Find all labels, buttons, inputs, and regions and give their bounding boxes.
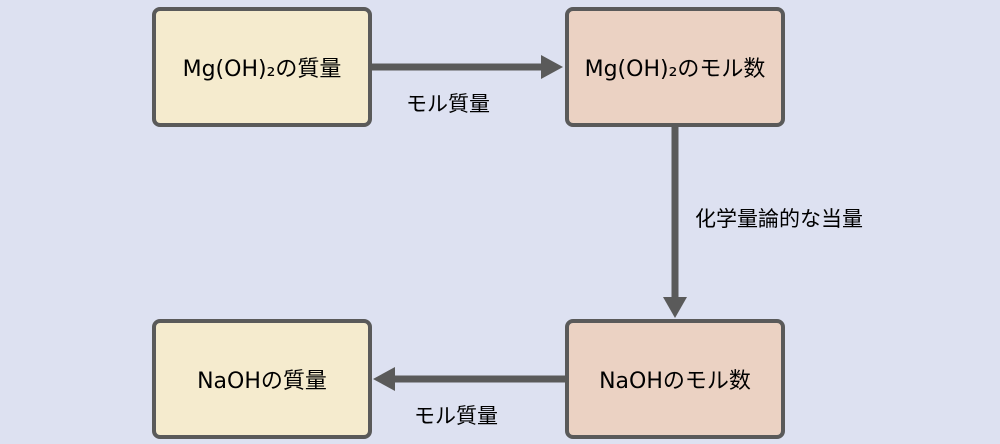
- edge-label-stoichiometric-equivalent: 化学量論的な当量: [695, 207, 863, 231]
- edge-label-molar-mass-top: モル質量: [406, 92, 490, 116]
- node-naoh-moles: NaOHのモル数: [565, 319, 785, 439]
- node-mg-oh2-mass: Mg(OH)₂の質量: [152, 7, 372, 127]
- node-naoh-mass: NaOHの質量: [152, 319, 372, 439]
- arrow-moles-to-mass-na: [373, 367, 565, 391]
- node-mg-oh2-moles-label: Mg(OH)₂のモル数: [584, 57, 766, 82]
- edge-label-molar-mass-bottom: モル質量: [414, 404, 498, 428]
- arrow-mg-to-na-moles: [663, 127, 687, 318]
- node-naoh-mass-label: NaOHの質量: [197, 369, 327, 394]
- node-mg-oh2-mass-label: Mg(OH)₂の質量: [182, 57, 342, 82]
- node-mg-oh2-moles: Mg(OH)₂のモル数: [565, 7, 785, 127]
- node-naoh-moles-label: NaOHのモル数: [599, 369, 751, 394]
- arrow-mass-to-moles-mg: [372, 55, 563, 79]
